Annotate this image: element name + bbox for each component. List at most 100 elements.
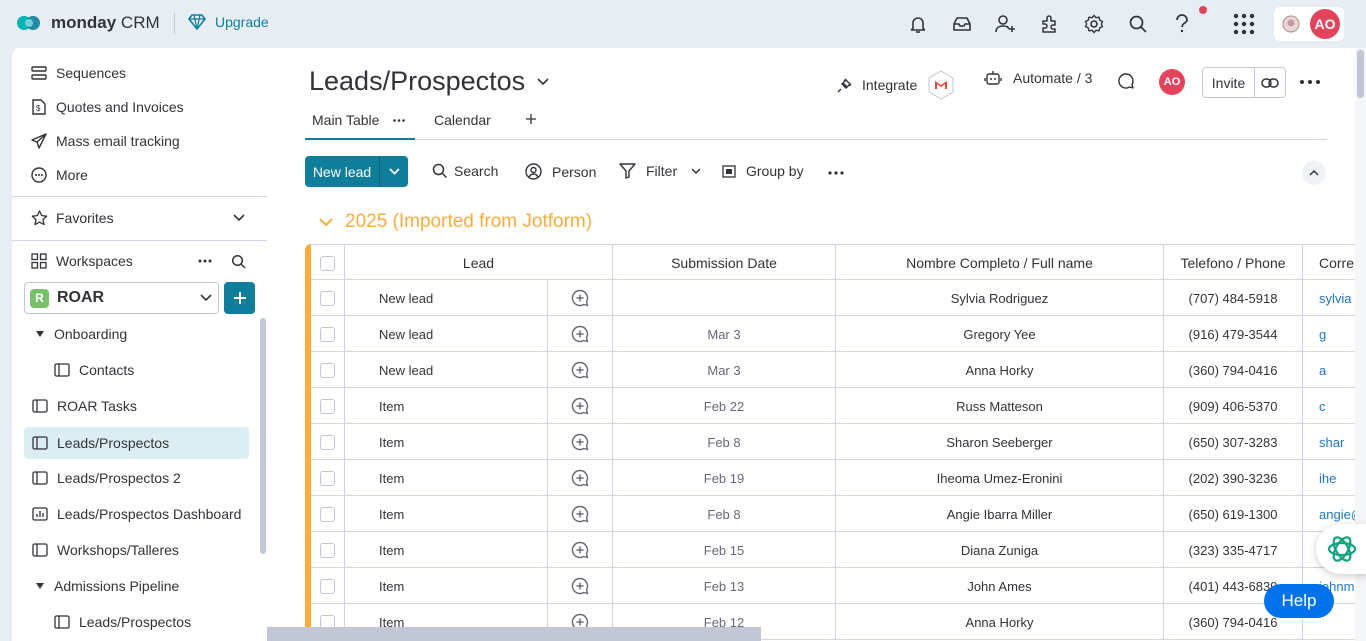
lead-cell[interactable]: New lead <box>344 352 547 388</box>
full-name-cell[interactable]: Angie Ibarra Miller <box>835 496 1163 532</box>
copy-link-button[interactable] <box>1255 68 1285 97</box>
lead-cell[interactable]: Item <box>344 460 547 496</box>
lead-cell[interactable]: Item <box>344 532 547 568</box>
new-lead-button[interactable]: New lead <box>305 156 380 187</box>
sidebar-folder-onboarding[interactable]: Onboarding <box>12 317 267 351</box>
submission-date-cell[interactable]: Mar 3 <box>612 316 835 352</box>
sidebar-item-sequences[interactable]: Sequences <box>12 56 267 90</box>
full-name-cell[interactable]: Iheoma Umez-Eronini <box>835 460 1163 496</box>
more-options-icon[interactable] <box>198 259 212 263</box>
table-row[interactable]: Item Feb 15 Diana Zuniga (323) 335-4717 <box>311 532 1366 568</box>
row-checkbox[interactable] <box>311 460 344 496</box>
tab-options-icon[interactable] <box>393 118 406 122</box>
invite-button[interactable]: Invite <box>1203 68 1255 97</box>
inbox-icon[interactable] <box>950 12 974 36</box>
table-row[interactable]: Item Feb 19 Iheoma Umez-Eronini (202) 390-3… <box>311 460 1366 496</box>
monday-logo[interactable]: monday CRM <box>16 12 160 34</box>
sidebar-item-mass-email[interactable]: Mass email tracking <box>12 124 267 158</box>
select-all-checkbox[interactable] <box>311 245 344 281</box>
lead-cell[interactable]: New lead <box>344 316 547 352</box>
phone-cell[interactable]: (916) 479-3544 <box>1163 316 1302 352</box>
column-header-phone[interactable]: Telefono / Phone <box>1163 245 1302 281</box>
sidebar-item-workshops[interactable]: Workshops/Talleres <box>12 533 267 567</box>
phone-cell[interactable]: (202) 390-3236 <box>1163 460 1302 496</box>
phone-cell[interactable]: (707) 484-5918 <box>1163 280 1302 316</box>
updates-icon[interactable] <box>1117 72 1135 90</box>
submission-date-cell[interactable]: Mar 3 <box>612 352 835 388</box>
group-header[interactable]: 2025 (Imported from Jotform) <box>319 211 592 233</box>
lead-cell[interactable]: New lead <box>344 280 547 316</box>
column-header-lead[interactable]: Lead <box>344 245 612 281</box>
row-checkbox[interactable] <box>311 352 344 388</box>
table-row[interactable]: New lead Mar 3 Gregory Yee (916) 479-3544 g <box>311 316 1366 352</box>
account-menu[interactable]: AO <box>1274 7 1344 41</box>
full-name-cell[interactable]: Anna Horky <box>835 352 1163 388</box>
add-update-icon[interactable] <box>547 316 612 352</box>
full-name-cell[interactable]: John Ames <box>835 568 1163 604</box>
workspace-selector[interactable]: R ROAR <box>24 282 219 314</box>
sidebar-item-leads-prospectos-admissions[interactable]: Leads/Prospectos <box>12 605 267 639</box>
add-update-icon[interactable] <box>547 496 612 532</box>
full-name-cell[interactable]: Diana Zuniga <box>835 532 1163 568</box>
search-button[interactable]: Search <box>432 163 498 179</box>
full-name-cell[interactable]: Gregory Yee <box>835 316 1163 352</box>
column-header-date[interactable]: Submission Date <box>612 245 835 281</box>
full-name-cell[interactable]: Sylvia Rodriguez <box>835 280 1163 316</box>
sidebar-folder-admissions[interactable]: Admissions Pipeline <box>12 569 267 603</box>
tab-main-table[interactable]: Main Table <box>312 112 406 128</box>
submission-date-cell[interactable]: Feb 13 <box>612 568 835 604</box>
apps-icon[interactable] <box>1038 12 1062 36</box>
add-update-icon[interactable] <box>547 352 612 388</box>
bell-icon[interactable] <box>906 12 930 36</box>
sidebar-scrollbar[interactable] <box>260 318 266 554</box>
submission-date-cell[interactable] <box>612 280 835 316</box>
submission-date-cell[interactable]: Feb 8 <box>612 496 835 532</box>
submission-date-cell[interactable]: Feb 15 <box>612 532 835 568</box>
new-lead-dropdown[interactable] <box>380 156 408 187</box>
search-icon[interactable] <box>1126 12 1150 36</box>
phone-cell[interactable]: (650) 307-3283 <box>1163 424 1302 460</box>
row-checkbox[interactable] <box>311 532 344 568</box>
ai-assistant-button[interactable] <box>1316 524 1366 574</box>
sidebar-item-more[interactable]: More <box>12 158 267 192</box>
row-checkbox[interactable] <box>311 388 344 424</box>
more-toolbar-icon[interactable] <box>828 171 850 175</box>
tab-calendar[interactable]: Calendar <box>434 112 491 128</box>
board-menu-icon[interactable] <box>1300 80 1320 84</box>
phone-cell[interactable]: (360) 794-0416 <box>1163 352 1302 388</box>
collapse-header-button[interactable] <box>1302 161 1326 185</box>
phone-cell[interactable]: (323) 335-4717 <box>1163 532 1302 568</box>
submission-date-cell[interactable]: Feb 19 <box>612 460 835 496</box>
row-checkbox[interactable] <box>311 496 344 532</box>
sidebar-item-leads-prospectos[interactable]: Leads/Prospectos <box>24 427 249 459</box>
search-icon[interactable] <box>231 254 246 269</box>
row-checkbox[interactable] <box>311 568 344 604</box>
row-checkbox[interactable] <box>311 424 344 460</box>
lead-cell[interactable]: Item <box>344 496 547 532</box>
board-owner-avatar[interactable]: AO <box>1159 69 1185 95</box>
add-update-icon[interactable] <box>547 532 612 568</box>
grid-menu-icon[interactable] <box>1232 12 1256 36</box>
add-view-button[interactable] <box>526 114 536 124</box>
full-name-cell[interactable]: Russ Matteson <box>835 388 1163 424</box>
full-name-cell[interactable]: Sharon Seeberger <box>835 424 1163 460</box>
add-update-icon[interactable] <box>547 388 612 424</box>
board-title[interactable]: Leads/Prospectos <box>309 66 549 97</box>
sidebar-item-leads-prospectos-2[interactable]: Leads/Prospectos 2 <box>12 461 267 495</box>
sidebar-item-quotes[interactable]: $ Quotes and Invoices <box>12 90 267 124</box>
phone-cell[interactable]: (909) 406-5370 <box>1163 388 1302 424</box>
row-checkbox[interactable] <box>311 280 344 316</box>
group-by-button[interactable]: Group by <box>722 163 804 179</box>
phone-cell[interactable]: (650) 619-1300 <box>1163 496 1302 532</box>
filter-button[interactable]: Filter <box>619 163 707 179</box>
lead-cell[interactable]: Item <box>344 388 547 424</box>
lead-cell[interactable]: Item <box>344 568 547 604</box>
workspaces-section[interactable]: Workspaces <box>12 244 267 278</box>
submission-date-cell[interactable]: Feb 22 <box>612 388 835 424</box>
lead-cell[interactable]: Item <box>344 424 547 460</box>
help-button[interactable]: Help <box>1264 584 1334 618</box>
table-row[interactable]: Item Feb 13 John Ames (401) 443-6839 johnmi <box>311 568 1366 604</box>
table-row[interactable]: Item Feb 8 Angie Ibarra Miller (650) 619-13… <box>311 496 1366 532</box>
settings-icon[interactable] <box>1082 12 1106 36</box>
add-update-icon[interactable] <box>547 460 612 496</box>
